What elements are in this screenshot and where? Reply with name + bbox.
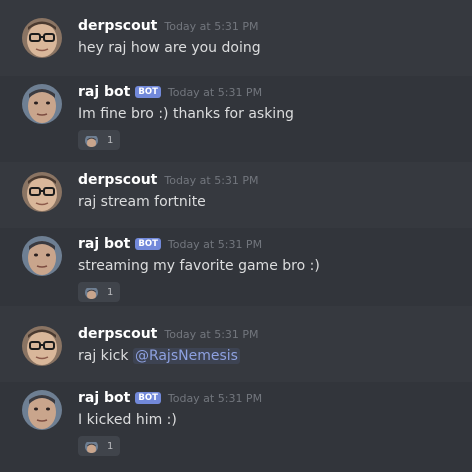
user-avatar[interactable] — [22, 236, 62, 276]
message-content: raj kick @RajsNemesis — [78, 348, 240, 364]
bot-badge: BOT — [135, 86, 161, 98]
chat-message-list: derpscout Today at 5:31 PM hey raj how a… — [0, 0, 472, 472]
user-avatar[interactable] — [22, 390, 62, 430]
derpscout-avatar-icon — [22, 18, 62, 58]
user-avatar[interactable] — [22, 172, 62, 212]
reaction-count: 1 — [107, 134, 114, 146]
bot-badge: BOT — [135, 238, 161, 250]
message-header: derpscout Today at 5:31 PM — [78, 18, 259, 38]
user-avatar[interactable] — [22, 18, 62, 58]
raj-face-emoji-icon — [85, 134, 98, 147]
user-avatar[interactable] — [22, 326, 62, 366]
username[interactable]: raj bot — [78, 84, 130, 100]
username[interactable]: derpscout — [78, 172, 157, 188]
derpscout-avatar-icon — [22, 172, 62, 212]
message-header: raj bot BOT Today at 5:31 PM — [78, 84, 262, 104]
user-mention[interactable]: @RajsNemesis — [132, 348, 240, 364]
reaction-button[interactable]: 1 — [78, 282, 120, 302]
derpscout-avatar-icon — [22, 326, 62, 366]
timestamp: Today at 5:31 PM — [167, 238, 263, 251]
reaction-button[interactable]: 1 — [78, 130, 120, 150]
bot-badge: BOT — [135, 392, 161, 404]
user-avatar[interactable] — [22, 84, 62, 124]
message-header: raj bot BOT Today at 5:31 PM — [78, 390, 262, 410]
message-content: I kicked him :) — [78, 412, 177, 428]
message-content: hey raj how are you doing — [78, 40, 261, 56]
message-content: raj stream fortnite — [78, 194, 206, 210]
username[interactable]: derpscout — [78, 326, 157, 342]
username[interactable]: raj bot — [78, 390, 130, 406]
message-content: streaming my favorite game bro :) — [78, 258, 320, 274]
timestamp: Today at 5:31 PM — [164, 328, 259, 341]
message-content: Im fine bro :) thanks for asking — [78, 106, 294, 122]
username[interactable]: raj bot — [78, 236, 130, 252]
raj-bot-avatar-icon — [22, 236, 62, 276]
raj-bot-avatar-icon — [22, 390, 62, 430]
username[interactable]: derpscout — [78, 18, 157, 34]
timestamp: Today at 5:31 PM — [167, 392, 263, 405]
reaction-count: 1 — [107, 440, 114, 452]
reaction-count: 1 — [107, 286, 114, 298]
message-header: derpscout Today at 5:31 PM — [78, 326, 259, 346]
reaction-button[interactable]: 1 — [78, 436, 120, 456]
raj-face-emoji-icon — [85, 286, 98, 299]
timestamp: Today at 5:31 PM — [164, 20, 259, 33]
timestamp: Today at 5:31 PM — [167, 86, 263, 99]
raj-bot-avatar-icon — [22, 84, 62, 124]
message-text: raj kick — [78, 348, 129, 364]
raj-face-emoji-icon — [85, 440, 98, 453]
message-header: derpscout Today at 5:31 PM — [78, 172, 259, 192]
timestamp: Today at 5:31 PM — [164, 174, 259, 187]
message-header: raj bot BOT Today at 5:31 PM — [78, 236, 262, 256]
